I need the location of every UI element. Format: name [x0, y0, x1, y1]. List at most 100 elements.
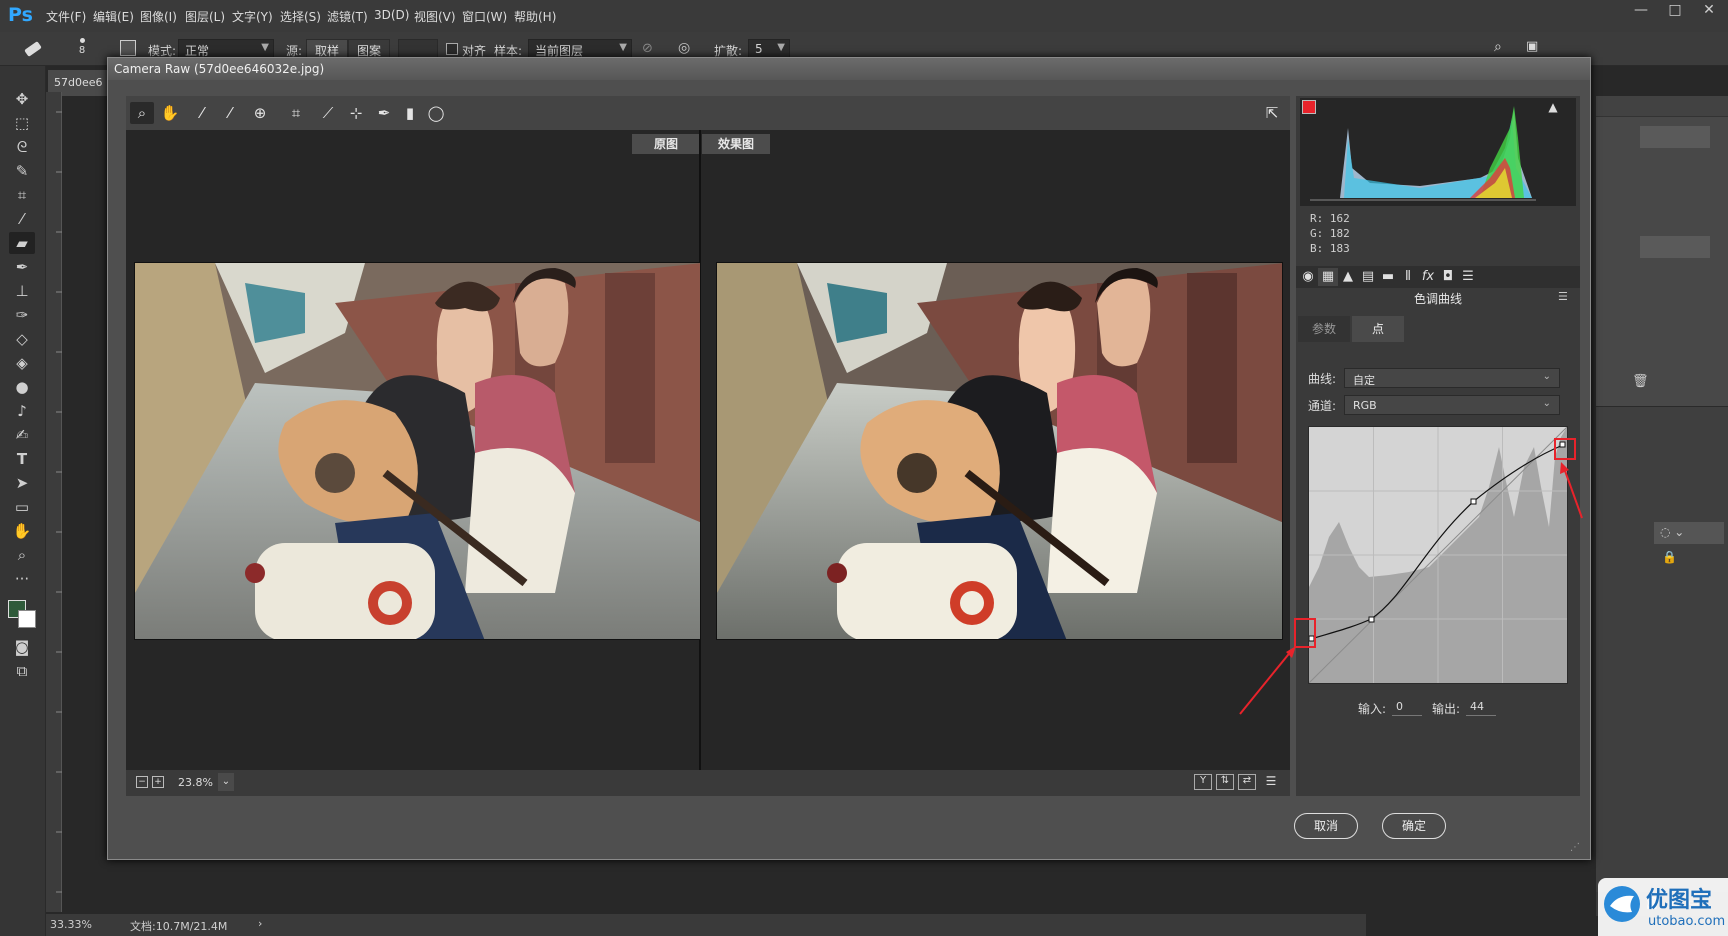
healing-brush-tool-icon[interactable]: ▰ [9, 232, 35, 254]
spot-removal-tool-icon[interactable]: ⊹ [344, 102, 368, 124]
hand-tool-icon[interactable]: ✋ [158, 102, 182, 124]
minimize-button[interactable]: — [1626, 2, 1656, 26]
menu-filter[interactable]: 滤镜(T) [327, 8, 368, 25]
menu-view[interactable]: 视图(V) [414, 8, 456, 25]
zoom-dropdown-icon[interactable]: ⌄ [218, 773, 234, 791]
white-balance-tool-icon[interactable]: ⁄ [190, 102, 214, 124]
channel-select[interactable]: RGB ⌄ [1344, 395, 1560, 415]
crop-tool-icon[interactable]: ⌗ [284, 102, 308, 124]
type-tool-icon[interactable]: T [9, 448, 35, 470]
chevron-right-icon[interactable]: › [258, 917, 262, 930]
brush-tool-icon[interactable]: ✒ [9, 256, 35, 278]
fx-panel-icon[interactable]: fx [1418, 268, 1438, 286]
curve-preset-select[interactable]: 自定 ⌄ [1344, 368, 1560, 388]
detail-panel-icon[interactable]: ▲ [1338, 268, 1358, 286]
shadow-clip-warning-icon[interactable] [1302, 100, 1316, 114]
gradient-tool-icon[interactable]: ◈ [9, 352, 35, 374]
path-select-tool-icon[interactable]: ➤ [9, 472, 35, 494]
dodge-tool-icon[interactable]: ♪ [9, 400, 35, 422]
menu-edit[interactable]: 编辑(E) [93, 8, 134, 25]
menu-layer[interactable]: 图层(L) [185, 8, 225, 25]
menu-window[interactable]: 窗口(W) [462, 8, 507, 25]
ignore-adjustment-icon[interactable]: ⊘ [642, 41, 658, 57]
brush-preview[interactable]: 8 [76, 38, 88, 56]
swap-settings-icon[interactable]: ⇅ [1216, 774, 1234, 790]
color-sampler-tool-icon[interactable]: ⁄ [218, 102, 242, 124]
cancel-button[interactable]: 取消 [1294, 813, 1358, 839]
menu-help[interactable]: 帮助(H) [514, 8, 556, 25]
hand-tool-icon[interactable]: ✋ [9, 520, 35, 542]
lens-panel-icon[interactable]: ⫴ [1398, 268, 1418, 286]
resize-grip-icon[interactable]: ⋰ [1570, 842, 1584, 856]
crop-tool-icon[interactable]: ⌗ [9, 184, 35, 206]
quick-mask-icon[interactable]: ◙ [9, 636, 35, 658]
close-button[interactable]: ✕ [1694, 2, 1724, 26]
basic-panel-icon[interactable]: ◉ [1298, 268, 1318, 286]
zoom-level[interactable]: 33.33% [50, 918, 92, 931]
brush-settings-icon[interactable] [120, 40, 136, 56]
screen-mode-icon[interactable]: ⧉ [9, 660, 35, 682]
background-color-swatch[interactable] [18, 610, 36, 628]
lasso-tool-icon[interactable]: ᘓ [9, 136, 35, 158]
pressure-icon[interactable]: ◎ [678, 40, 696, 58]
workspace-icon[interactable]: ▣ [1526, 39, 1544, 57]
adjustment-brush-tool-icon[interactable]: ✒ [372, 102, 396, 124]
move-tool-icon[interactable]: ✥ [9, 88, 35, 110]
opacity-control[interactable]: ◌ ⌄ [1654, 522, 1724, 544]
targeted-adjustment-tool-icon[interactable]: ⊕ [248, 102, 272, 124]
straighten-tool-icon[interactable]: ⟋ [316, 102, 340, 124]
clone-stamp-tool-icon[interactable]: ⊥ [9, 280, 35, 302]
trash-icon[interactable]: 🗑 [1632, 374, 1652, 394]
search-icon[interactable]: ⌕ [1494, 39, 1512, 57]
quick-select-tool-icon[interactable]: ✎ [9, 160, 35, 182]
zoom-in-icon[interactable]: + [152, 776, 164, 788]
eyedropper-tool-icon[interactable]: ⁄ [9, 208, 35, 230]
lock-icon[interactable]: 🔒 [1662, 550, 1678, 566]
pen-tool-icon[interactable]: ✍ [9, 424, 35, 446]
menu-3d[interactable]: 3D(D) [374, 8, 409, 22]
highlight-clip-warning-icon[interactable]: ▲ [1546, 100, 1560, 114]
radial-filter-tool-icon[interactable]: ◯ [424, 102, 448, 124]
output-value-field[interactable]: 44 [1466, 698, 1496, 716]
camera-calibration-icon[interactable]: ◘ [1438, 268, 1458, 286]
mode-select[interactable]: 正常 ▼ [178, 39, 274, 59]
zoom-tool-icon[interactable]: ⌕ [130, 102, 154, 124]
zoom-tool-icon[interactable]: ⌕ [9, 544, 35, 566]
history-brush-tool-icon[interactable]: ✑ [9, 304, 35, 326]
rectangle-tool-icon[interactable]: ▭ [9, 496, 35, 518]
input-value-field[interactable]: 0 [1392, 698, 1422, 716]
presets-panel-icon[interactable]: ☰ [1458, 268, 1478, 286]
copy-settings-icon[interactable]: ⇄ [1238, 774, 1256, 790]
menu-select[interactable]: 选择(S) [280, 8, 321, 25]
split-toning-panel-icon[interactable]: ▬ [1378, 268, 1398, 286]
tab-parametric[interactable]: 参数 [1298, 316, 1350, 342]
curve-label: 曲线: [1308, 372, 1337, 386]
marquee-tool-icon[interactable]: ⬚ [9, 112, 35, 134]
tab-point[interactable]: 点 [1352, 316, 1404, 342]
pattern-picker[interactable] [398, 39, 438, 59]
menu-image[interactable]: 图像(I) [140, 8, 177, 25]
fullscreen-icon[interactable]: ⇱ [1260, 102, 1284, 124]
source-pattern-button[interactable]: 图案 [348, 39, 391, 59]
panel-menu-icon[interactable]: ☰ [1558, 290, 1568, 303]
before-after-view-icon[interactable]: Y [1194, 774, 1212, 790]
sample-select[interactable]: 当前图层 ▼ [528, 39, 632, 59]
eraser-tool-icon[interactable]: ◇ [9, 328, 35, 350]
tone-curve-editor[interactable] [1308, 426, 1568, 684]
menu-type[interactable]: 文字(Y) [232, 8, 273, 25]
graduated-filter-tool-icon[interactable]: ▮ [398, 102, 422, 124]
more-tools-icon[interactable]: ··· [9, 568, 35, 590]
hsl-panel-icon[interactable]: ▤ [1358, 268, 1378, 286]
spread-input[interactable]: 5 ▼ [748, 39, 790, 59]
maximize-button[interactable]: □ [1660, 2, 1690, 26]
menu-file[interactable]: 文件(F) [46, 8, 86, 25]
ok-button[interactable]: 确定 [1382, 813, 1446, 839]
healing-brush-icon[interactable] [22, 40, 44, 58]
zoom-out-icon[interactable]: − [136, 776, 148, 788]
source-sample-button[interactable]: 取样 [306, 39, 349, 59]
blur-tool-icon[interactable]: ● [9, 376, 35, 398]
tone-curve-panel-icon[interactable]: ▦ [1318, 268, 1338, 286]
before-photo [134, 262, 701, 640]
preview-preferences-icon[interactable]: ☰ [1262, 774, 1280, 790]
align-checkbox[interactable] [446, 43, 458, 55]
